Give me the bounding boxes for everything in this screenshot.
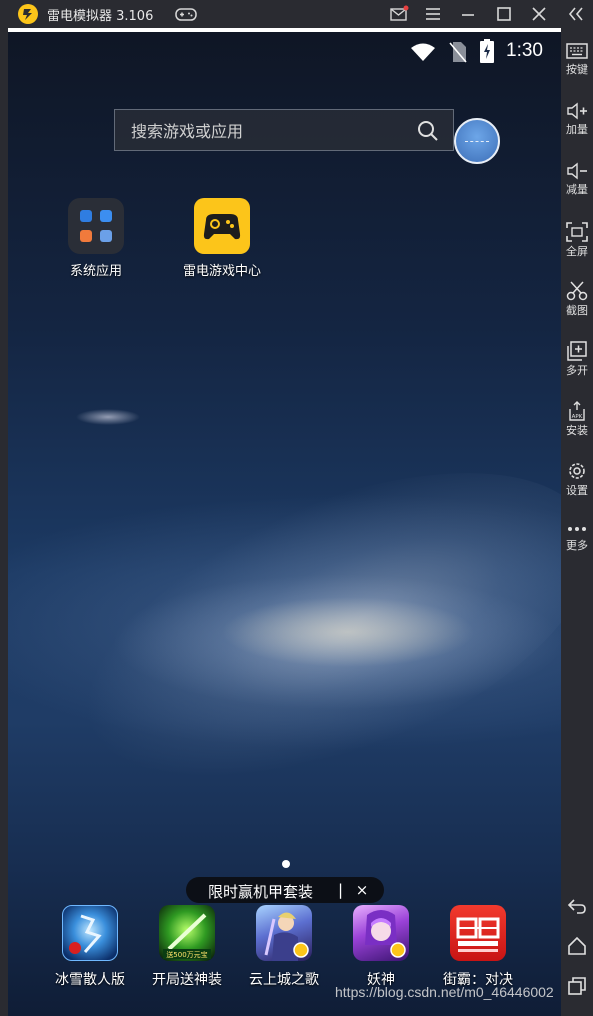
volume-up-icon: [567, 102, 587, 120]
promo-text[interactable]: 限时赢机甲套装: [208, 881, 313, 902]
toolbar-label: 全屏: [566, 245, 588, 258]
page-indicator-dot: [282, 860, 290, 868]
promo-banner[interactable]: 限时赢机甲套装 | ×: [186, 877, 384, 903]
jieba-game-icon: [450, 905, 506, 961]
minimize-icon[interactable]: [458, 4, 478, 24]
window-left-border: [0, 28, 8, 1016]
gear-icon: [569, 463, 585, 479]
keyboard-icon: [566, 43, 588, 59]
dock-app-jieba[interactable]: 街霸：对决: [433, 905, 523, 989]
promo-close-button[interactable]: ×: [352, 880, 372, 900]
title-bar: 雷电模拟器 3.106: [0, 0, 593, 28]
svg-text:APK: APK: [572, 414, 583, 420]
battery-charging-icon: [480, 39, 494, 63]
game-center-icon: [194, 198, 250, 254]
app-game-center[interactable]: 雷电游戏中心: [170, 198, 274, 279]
promo-separator: |: [338, 881, 344, 899]
galaxy-wallpaper: [40, 409, 561, 845]
mini-app-icon: [80, 230, 92, 242]
gamepad-icon[interactable]: [175, 6, 197, 22]
clock: 1:30: [506, 40, 543, 61]
dock-app-bingxue[interactable]: 冰雪散人版: [45, 905, 135, 989]
mail-icon[interactable]: [389, 4, 409, 24]
fullscreen-icon: [566, 222, 588, 242]
toolbar-label: 减量: [566, 183, 588, 196]
toolbar-screenshot[interactable]: 截图: [561, 281, 593, 318]
back-icon[interactable]: [567, 896, 587, 916]
yaoshen-game-icon: [353, 905, 409, 961]
app-system-folder[interactable]: 系统应用: [52, 198, 140, 279]
right-toolbar: 按键 加量 减量 全屏 截图 多开 APK 安装 设置 更多: [561, 28, 593, 1016]
wifi-icon: [411, 43, 435, 61]
collapse-sidebar-icon[interactable]: [561, 4, 593, 24]
toolbar-label: 截图: [566, 304, 588, 317]
sword-game-icon: 送500万元宝: [159, 905, 215, 961]
mini-app-icon: [80, 210, 92, 222]
mini-app-icon: [100, 210, 112, 222]
dock-app-yunshang[interactable]: 云上城之歌: [239, 905, 329, 989]
toolbar-label: 多开: [566, 364, 588, 377]
dock-label: 云上城之歌: [249, 972, 319, 988]
search-icon[interactable]: [417, 120, 439, 142]
close-icon[interactable]: [529, 4, 549, 24]
toolbar-label: 安装: [566, 424, 588, 437]
volume-down-icon: [567, 162, 587, 180]
home-icon[interactable]: [567, 936, 587, 956]
app-label: 雷电游戏中心: [182, 264, 261, 279]
toolbar-settings[interactable]: 设置: [561, 461, 593, 498]
floating-ball-dash: [465, 141, 489, 142]
window-title: 雷电模拟器 3.106: [47, 9, 154, 24]
more-icon: [568, 527, 586, 531]
leidian-logo-icon: [18, 4, 38, 24]
floating-assistant-ball[interactable]: [454, 118, 500, 164]
dock-app-yaoshen[interactable]: 妖神: [336, 905, 426, 989]
toolbar-fullscreen[interactable]: 全屏: [561, 222, 593, 259]
search-box[interactable]: [114, 109, 454, 151]
toolbar-multi-open[interactable]: 多开: [561, 341, 593, 378]
mini-app-icon: [100, 230, 112, 242]
search-input[interactable]: [129, 119, 393, 143]
toolbar-label: 设置: [566, 484, 588, 497]
app-label: 系统应用: [69, 264, 122, 279]
bingxue-game-icon: [62, 905, 118, 961]
maximize-icon[interactable]: [494, 4, 514, 24]
toolbar-label: 加量: [566, 123, 588, 136]
csdn-watermark: https://blog.csdn.net/m0_46446002: [335, 984, 554, 1000]
apk-install-icon: APK: [569, 401, 585, 421]
menu-icon[interactable]: [423, 4, 443, 24]
dock-label: 冰雪散人版: [55, 972, 125, 988]
recents-icon[interactable]: [567, 976, 587, 996]
status-bar: 1:30: [8, 32, 561, 72]
scissors-icon: [566, 281, 588, 301]
svg-text:送500万元宝: 送500万元宝: [166, 950, 207, 959]
toolbar-label: 更多: [566, 539, 588, 552]
toolbar-install-apk[interactable]: APK 安装: [561, 401, 593, 438]
no-sim-icon: [449, 42, 467, 63]
toolbar-more[interactable]: 更多: [561, 522, 593, 553]
dock-app-sword[interactable]: 送500万元宝 开局送神装: [142, 905, 232, 989]
yunshang-game-icon: [256, 905, 312, 961]
multi-open-icon: [567, 341, 587, 361]
toolbar-keymap[interactable]: 按键: [561, 42, 593, 77]
toolbar-label: 按键: [566, 63, 588, 76]
android-home-screen[interactable]: 1:30 系统应用 雷电游戏中心: [8, 32, 561, 1016]
dock-label: 开局送神装: [152, 972, 222, 988]
toolbar-volume-up[interactable]: 加量: [561, 102, 593, 137]
folder-icon: [68, 198, 124, 254]
toolbar-volume-down[interactable]: 减量: [561, 162, 593, 197]
